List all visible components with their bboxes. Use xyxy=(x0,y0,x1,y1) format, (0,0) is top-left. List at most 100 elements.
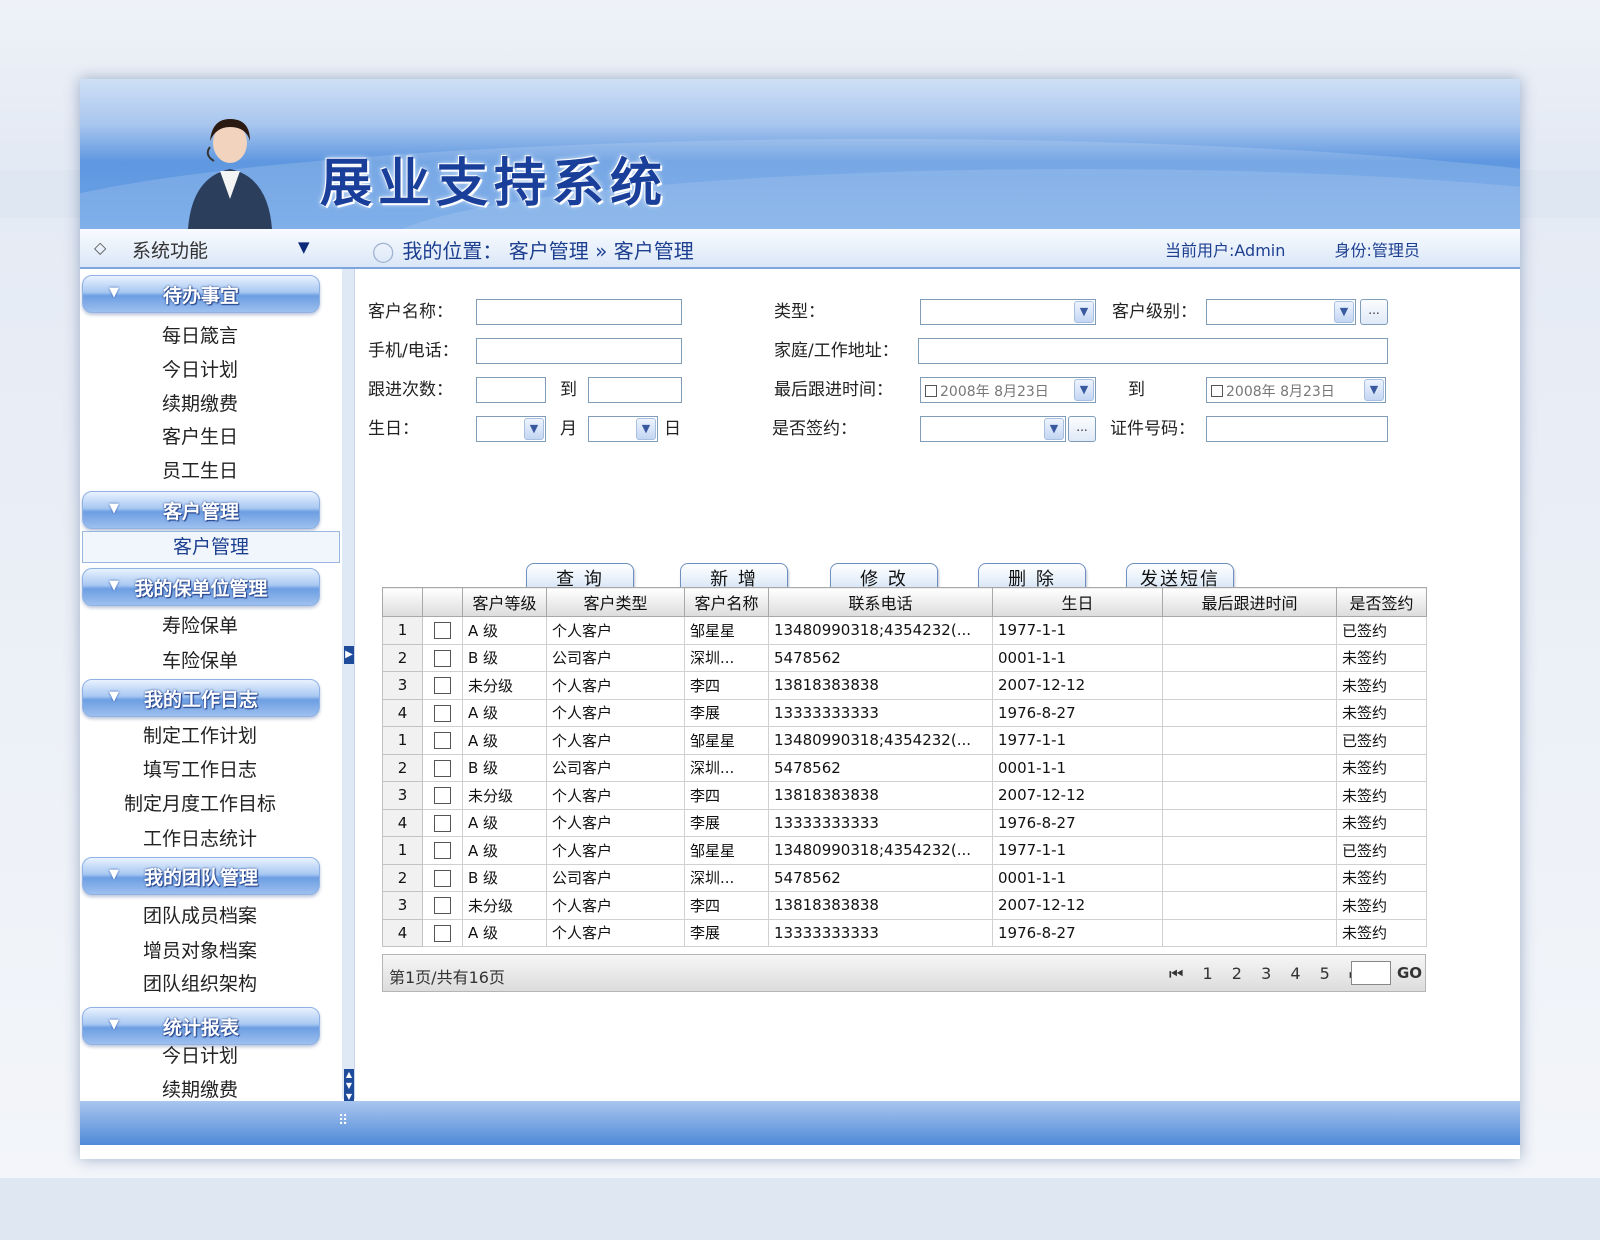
sidebar-item-log-stats[interactable]: 工作日志统计 xyxy=(80,824,320,851)
row-checkbox[interactable] xyxy=(434,622,451,640)
signed-select[interactable]: ▼ xyxy=(920,416,1066,442)
page-link[interactable]: 5 xyxy=(1320,964,1330,983)
page-link[interactable]: 3 xyxy=(1261,964,1271,983)
col-phone[interactable]: 联系电话 xyxy=(768,587,993,617)
sidebar-item-customer-birthday[interactable]: 客户生日 xyxy=(80,422,320,449)
followup-count-from-input[interactable] xyxy=(476,377,546,403)
chevron-down-icon[interactable]: ▼ xyxy=(298,238,310,256)
table-row[interactable]: 1 A 级个人客户 邹星星 13480990318;4354232(... 1977-1… xyxy=(382,836,1427,865)
type-select[interactable]: ▼ xyxy=(920,299,1096,325)
sidebar-item-today-plan[interactable]: 今日计划 xyxy=(80,355,320,382)
chevron-down-icon[interactable]: ▼ xyxy=(1074,301,1094,323)
page-link[interactable]: 1 xyxy=(1203,964,1213,983)
address-input[interactable] xyxy=(918,338,1388,364)
customer-level-picker-button[interactable]: ... xyxy=(1360,299,1388,325)
sidebar-group-todo[interactable]: ▼ 待办事宜 xyxy=(82,275,320,313)
sidebar-item-write-log[interactable]: 填写工作日志 xyxy=(80,755,320,782)
sidebar-group-team[interactable]: ▼ 我的团队管理 xyxy=(82,857,320,895)
sidebar-group-worklog[interactable]: ▼ 我的工作日志 xyxy=(82,679,320,717)
chevron-down-icon[interactable]: ▼ xyxy=(1334,301,1354,323)
sidebar-header[interactable]: ◇ 系统功能 ▼ xyxy=(80,229,350,267)
table-row[interactable]: 2 B 级公司客户 深圳... 5478562 0001-1-1 未签约 xyxy=(382,643,1427,672)
page-number-input[interactable] xyxy=(1351,961,1391,985)
row-checkbox[interactable] xyxy=(434,814,451,832)
col-signed[interactable]: 是否签约 xyxy=(1336,587,1427,617)
row-checkbox-cell[interactable] xyxy=(422,643,463,672)
chevron-down-icon[interactable]: ▼ xyxy=(1074,379,1094,401)
table-row[interactable]: 2 B 级公司客户 深圳... 5478562 0001-1-1 未签约 xyxy=(382,753,1427,782)
row-checkbox-cell[interactable] xyxy=(422,753,463,782)
row-checkbox-cell[interactable] xyxy=(422,863,463,892)
customer-name-input[interactable] xyxy=(476,299,682,325)
chevron-down-icon[interactable]: ▼ xyxy=(636,418,656,440)
sidebar-item-staff-birthday[interactable]: 员工生日 xyxy=(80,456,320,483)
id-number-input[interactable] xyxy=(1206,416,1388,442)
table-row[interactable]: 4 A 级个人客户 李展 13333333333 1976-8-27 未签约 xyxy=(382,698,1427,727)
col-type[interactable]: 客户类型 xyxy=(546,587,685,617)
table-row[interactable]: 3 未分级 个人客户 李四 13818383838 2007-12-12 未签约 xyxy=(382,891,1427,920)
row-checkbox-cell[interactable] xyxy=(422,836,463,865)
grip-icon[interactable]: ⠿ xyxy=(338,1113,348,1129)
table-row[interactable]: 3 未分级 个人客户 李四 13818383838 2007-12-12 未签约 xyxy=(382,671,1427,700)
sidebar-item-report-renewal[interactable]: 续期缴费 xyxy=(80,1075,320,1099)
last-followup-to-date[interactable]: 2008年 8月23日 ▼ xyxy=(1206,377,1386,403)
col-name[interactable]: 客户名称 xyxy=(684,587,769,617)
row-checkbox[interactable] xyxy=(434,842,451,860)
sidebar-item-renewal[interactable]: 续期缴费 xyxy=(80,389,320,416)
sidebar-item-team-structure[interactable]: 团队组织架构 xyxy=(80,969,320,996)
row-checkbox-cell[interactable] xyxy=(422,781,463,810)
sidebar-item-life-policy[interactable]: 寿险保单 xyxy=(80,611,320,638)
sidebar-group-reports[interactable]: ▼ 统计报表 xyxy=(82,1007,320,1045)
table-row[interactable]: 2 B 级公司客户 深圳... 5478562 0001-1-1 未签约 xyxy=(382,863,1427,892)
row-checkbox-cell[interactable] xyxy=(422,616,463,645)
chevron-down-icon[interactable]: ▼ xyxy=(1044,418,1064,440)
row-checkbox[interactable] xyxy=(434,732,451,750)
last-followup-from-date[interactable]: 2008年 8月23日 ▼ xyxy=(920,377,1096,403)
row-checkbox[interactable] xyxy=(434,869,451,887)
row-checkbox-cell[interactable] xyxy=(422,671,463,700)
row-checkbox-cell[interactable] xyxy=(422,808,463,837)
sidebar-item-monthly-goal[interactable]: 制定月度工作目标 xyxy=(80,789,320,816)
row-checkbox-cell[interactable] xyxy=(422,698,463,727)
customer-level-select[interactable]: ▼ xyxy=(1206,299,1356,325)
followup-count-to-input[interactable] xyxy=(588,377,682,403)
sidebar-item-team-members[interactable]: 团队成员档案 xyxy=(80,901,320,928)
table-row[interactable]: 4 A 级个人客户 李展 13333333333 1976-8-27 未签约 xyxy=(382,918,1427,947)
go-button[interactable]: GO xyxy=(1397,964,1422,982)
birthday-month-select[interactable]: ▼ xyxy=(476,416,546,442)
sidebar-item-report-today-plan[interactable]: 今日计划 xyxy=(80,1041,320,1068)
row-checkbox[interactable] xyxy=(434,759,451,777)
first-page-icon[interactable]: ⏮ xyxy=(1169,964,1183,983)
sidebar-item-recruit-targets[interactable]: 增员对象档案 xyxy=(80,936,320,963)
row-checkbox[interactable] xyxy=(434,704,451,722)
page-link[interactable]: 2 xyxy=(1232,964,1242,983)
col-last-followup[interactable]: 最后跟进时间 xyxy=(1162,587,1337,617)
scroll-arrows-icon[interactable]: ▲ ▼ ▼ xyxy=(344,1069,354,1103)
row-checkbox[interactable] xyxy=(434,924,451,942)
row-checkbox-cell[interactable] xyxy=(422,891,463,920)
row-checkbox[interactable] xyxy=(434,897,451,915)
sidebar-group-policy[interactable]: ▼ 我的保单位管理 xyxy=(82,568,320,606)
sidebar-splitter[interactable] xyxy=(342,269,355,1099)
row-checkbox-cell[interactable] xyxy=(422,726,463,755)
table-row[interactable]: 1 A 级个人客户 邹星星 13480990318;4354232(... 1977-1… xyxy=(382,726,1427,755)
birthday-day-select[interactable]: ▼ xyxy=(588,416,658,442)
chevron-down-icon[interactable]: ▼ xyxy=(1364,379,1384,401)
sidebar-group-customer[interactable]: ▼ 客户管理 xyxy=(82,491,320,529)
page-link[interactable]: 4 xyxy=(1290,964,1300,983)
table-row[interactable]: 4 A 级个人客户 李展 13333333333 1976-8-27 未签约 xyxy=(382,808,1427,837)
sidebar-item-customer-management[interactable]: 客户管理 xyxy=(82,531,340,563)
sidebar-item-daily-motto[interactable]: 每日箴言 xyxy=(80,321,320,348)
row-checkbox[interactable] xyxy=(434,677,451,695)
sidebar-item-make-plan[interactable]: 制定工作计划 xyxy=(80,721,320,748)
col-birthday[interactable]: 生日 xyxy=(992,587,1163,617)
chevron-down-icon[interactable]: ▼ xyxy=(524,418,544,440)
table-row[interactable]: 3 未分级 个人客户 李四 13818383838 2007-12-12 未签约 xyxy=(382,781,1427,810)
table-row[interactable]: 1 A 级个人客户 邹星星 13480990318;4354232(... 1977-1… xyxy=(382,616,1427,645)
row-checkbox[interactable] xyxy=(434,787,451,805)
collapse-arrow-icon[interactable]: ▶ xyxy=(344,646,354,664)
row-checkbox[interactable] xyxy=(434,649,451,667)
col-level[interactable]: 客户等级 xyxy=(462,587,547,617)
signed-picker-button[interactable]: ... xyxy=(1068,416,1096,442)
row-checkbox-cell[interactable] xyxy=(422,918,463,947)
